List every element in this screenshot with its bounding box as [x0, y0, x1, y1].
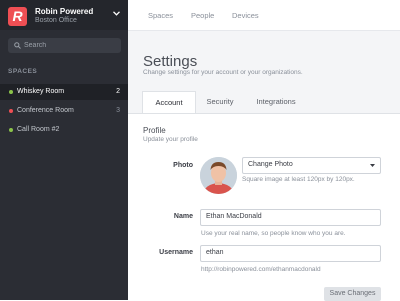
name-hint: Use your real name, so people know who y…	[201, 230, 346, 237]
space-label: Whiskey Room	[17, 88, 65, 95]
tab-security[interactable]: Security	[198, 91, 242, 113]
page-subtitle: Change settings for your account or your…	[143, 69, 303, 76]
chevron-down-icon[interactable]	[113, 11, 120, 16]
change-photo-select[interactable]: Change Photo	[242, 157, 381, 174]
name-field-value: Ethan MacDonald	[206, 213, 262, 220]
search-input[interactable]	[24, 40, 114, 51]
change-photo-value: Change Photo	[248, 161, 293, 168]
account-panel: Profile Update your profile Photo Change…	[128, 114, 400, 301]
search-icon	[14, 42, 21, 49]
avatar	[200, 157, 237, 194]
nav-link-spaces[interactable]: Spaces	[148, 11, 173, 20]
space-count: 3	[116, 107, 120, 114]
photo-label: Photo	[173, 162, 193, 169]
caret-down-icon	[370, 164, 375, 167]
status-dot	[9, 109, 13, 113]
profile-section-title: Profile	[143, 126, 166, 135]
tab-integrations[interactable]: Integrations	[248, 91, 304, 113]
save-changes-button[interactable]: Save Changes	[324, 287, 381, 301]
status-dot	[9, 90, 13, 94]
space-item-whiskey-room[interactable]: Whiskey Room 2	[0, 84, 128, 100]
tab-account[interactable]: Account	[142, 91, 196, 115]
space-label: Call Room #2	[17, 126, 60, 133]
username-field[interactable]: ethan	[200, 245, 381, 262]
nav-link-people[interactable]: People	[191, 11, 214, 20]
org-location: Boston Office	[35, 17, 77, 24]
search-box[interactable]	[8, 38, 121, 53]
space-count: 2	[116, 88, 120, 95]
profile-url: http://robinpowered.com/ethanmacdonald	[201, 266, 321, 273]
nav-link-devices[interactable]: Devices	[232, 11, 259, 20]
name-label: Name	[173, 213, 193, 220]
username-label: Username	[159, 249, 193, 256]
robin-logo: R	[8, 7, 27, 26]
avatar-photo	[200, 157, 237, 194]
profile-section-subtitle: Update your profile	[143, 136, 198, 143]
photo-hint: Square image at least 120px by 120px.	[242, 176, 355, 183]
status-dot	[9, 128, 13, 132]
main-content: Settings Change settings for your accoun…	[128, 31, 400, 301]
username-field-value: ethan	[206, 249, 224, 256]
space-item-call-room-2[interactable]: Call Room #2	[0, 122, 128, 138]
space-item-conference-room[interactable]: Conference Room 3	[0, 103, 128, 119]
top-nav: Spaces People Devices	[128, 0, 400, 31]
name-field[interactable]: Ethan MacDonald	[200, 209, 381, 226]
org-name: Robin Powered	[35, 7, 94, 16]
org-switcher[interactable]: R Robin Powered Boston Office	[0, 0, 128, 30]
sidebar: R Robin Powered Boston Office SPACES Whi…	[0, 0, 128, 300]
spaces-section-label: SPACES	[8, 68, 38, 75]
page-title: Settings	[143, 53, 198, 70]
space-label: Conference Room	[17, 107, 74, 114]
